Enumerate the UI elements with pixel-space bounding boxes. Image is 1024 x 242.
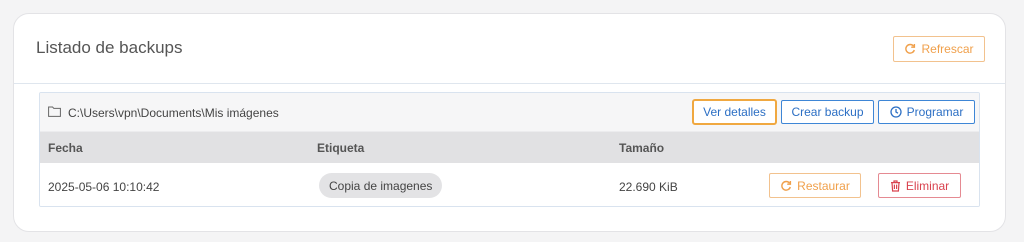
trash-icon [890,179,901,192]
schedule-button-label: Programar [906,105,964,119]
column-header-date: Fecha [48,141,83,155]
panel-title: Listado de backups [36,38,183,57]
delete-button[interactable]: Eliminar [878,173,961,198]
column-header-label: Etiqueta [317,141,365,155]
folder-icon [48,106,61,120]
refresh-button-label: Refrescar [921,42,974,56]
delete-button-label: Eliminar [905,178,950,193]
restore-button-label: Restaurar [797,178,850,193]
column-header-size: Tamaño [619,141,665,155]
panel-header: Listado de backups Refrescar [14,14,1005,84]
backup-source-header: C:\Users\vpn\Documents\Mis imágenes Ver … [40,93,979,132]
table-row: 2025-05-06 10:10:42 Copia de imagenes 22… [40,163,979,206]
refresh-icon [904,43,916,55]
backup-date: 2025-05-06 10:10:42 [48,180,160,194]
clock-icon [890,106,902,118]
refresh-button[interactable]: Refrescar [893,36,985,62]
backup-size: 22.690 KiB [619,180,678,194]
schedule-button[interactable]: Programar [878,100,975,124]
restore-button[interactable]: Restaurar [769,173,861,198]
backups-panel: Listado de backups Refrescar C:\Users\vp… [13,13,1006,232]
backup-path-text: C:\Users\vpn\Documents\Mis imágenes [68,106,279,120]
table-header: Fecha Etiqueta Tamaño [40,132,979,163]
backup-label-badge: Copia de imagenes [319,173,443,198]
backup-source-card: C:\Users\vpn\Documents\Mis imágenes Ver … [39,92,980,207]
create-backup-button[interactable]: Crear backup [781,100,874,124]
refresh-icon [780,180,792,192]
backup-path: C:\Users\vpn\Documents\Mis imágenes [48,106,279,120]
view-details-button[interactable]: Ver detalles [692,99,777,125]
